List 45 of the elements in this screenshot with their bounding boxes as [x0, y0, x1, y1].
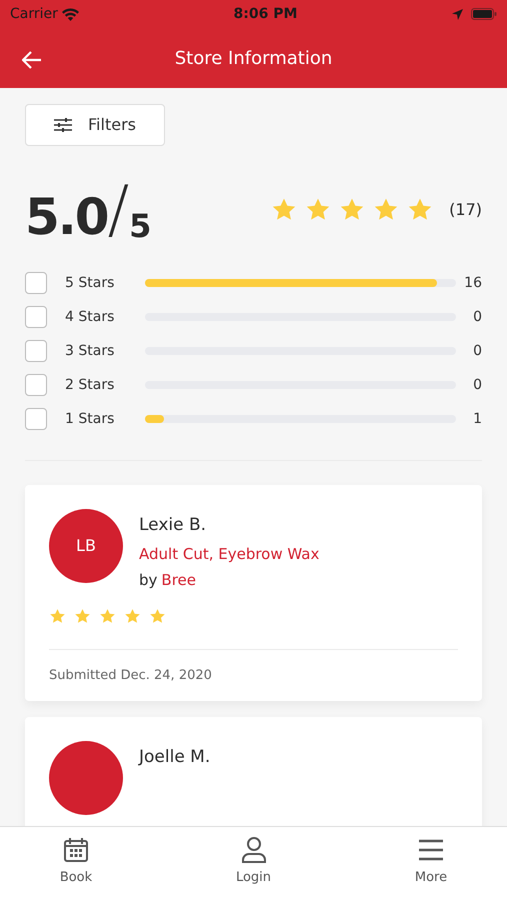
star-icon — [74, 608, 91, 624]
screen-title: Store Information — [174, 46, 332, 70]
star-icon — [124, 608, 141, 624]
star-level-label: 5 Stars — [65, 274, 116, 292]
rating-count: 1 — [472, 410, 482, 428]
location-arrow-icon — [452, 8, 463, 20]
person-icon — [240, 836, 268, 864]
service-list: Adult Cut, Eyebrow Wax — [139, 542, 320, 565]
star-filter-checkbox[interactable] — [25, 306, 47, 328]
rating-count: 0 — [472, 376, 482, 394]
star-level-label: 1 Stars — [65, 410, 116, 428]
star-level-label: 2 Stars — [65, 376, 116, 394]
rating-count: 0 — [472, 308, 482, 326]
avatar-circle: LB — [49, 509, 123, 583]
tab-bar-item[interactable]: More — [371, 835, 491, 888]
rating-count: 16 — [463, 274, 482, 292]
battery-icon — [471, 8, 497, 20]
star-icon — [149, 608, 166, 624]
tab-bar-item[interactable]: Book — [16, 835, 136, 888]
by-label: by — [139, 570, 158, 591]
filters-button[interactable]: Filters — [25, 104, 165, 146]
carrier-name: Carrier — [10, 4, 58, 24]
star-filter-checkbox[interactable] — [25, 408, 47, 430]
submitted-date: Submitted Dec. 24, 2020 — [49, 666, 213, 684]
reviewer-name: Lexie B. — [139, 514, 208, 537]
back-arrow-icon — [22, 51, 42, 70]
star-filter-checkbox[interactable] — [25, 340, 47, 362]
calendar-icon — [62, 836, 90, 864]
star-filter-checkbox[interactable] — [25, 272, 47, 294]
star-level-label: 4 Stars — [65, 308, 116, 326]
star-level-label: 3 Stars — [65, 342, 116, 360]
rating-count: 0 — [472, 342, 482, 360]
star-filter-checkbox[interactable] — [25, 374, 47, 396]
tab-bar-item[interactable]: Login — [194, 835, 314, 888]
reviewer-name: Joelle M. — [139, 746, 210, 769]
rating-max: 5 — [129, 210, 152, 242]
wifi-icon — [62, 8, 79, 20]
star-icon — [99, 608, 116, 624]
star-icon — [49, 608, 66, 624]
stylist-name: Bree — [161, 570, 196, 591]
clock-time: 8:06 PM — [234, 4, 298, 24]
review-count: (17) — [449, 199, 482, 221]
rating-score: 5.0 — [25, 192, 108, 242]
slash-mark: / — [108, 178, 130, 242]
sliders-icon — [54, 117, 72, 133]
